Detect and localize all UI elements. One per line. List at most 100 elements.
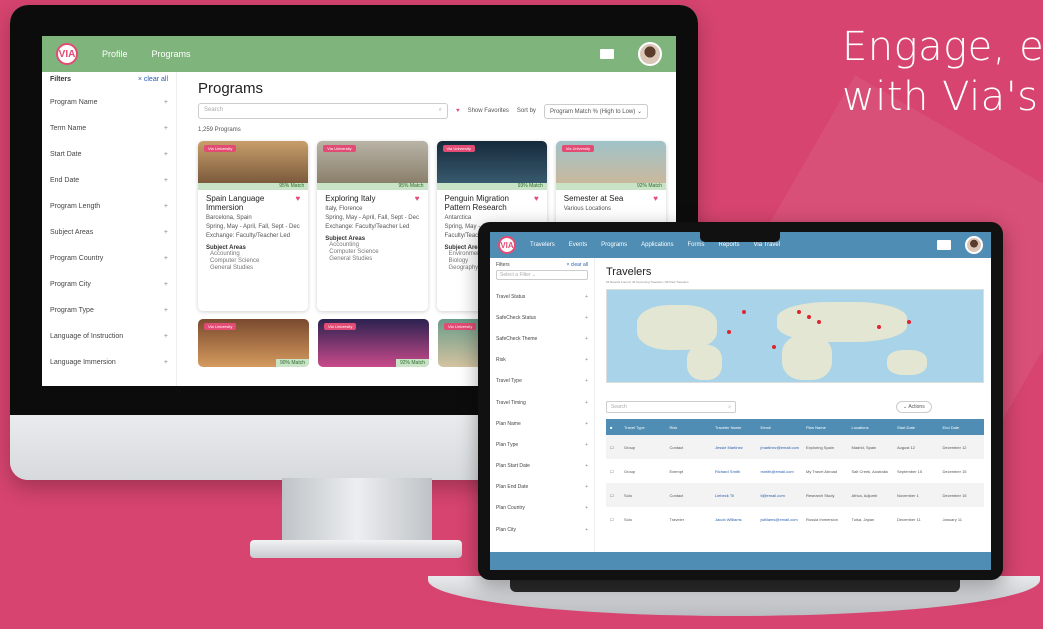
- table-cell[interactable]: Jacob Williams: [711, 517, 757, 522]
- nav-item[interactable]: Travelers: [530, 242, 555, 248]
- show-favorites-toggle[interactable]: Show Favorites: [468, 108, 509, 114]
- map-pin[interactable]: [877, 325, 881, 329]
- via-logo[interactable]: VIA: [56, 43, 78, 65]
- heart-icon[interactable]: ♥: [653, 194, 658, 203]
- filter-row[interactable]: SafeCheck Status +: [496, 307, 588, 328]
- filter-row[interactable]: Program Type +: [50, 297, 168, 323]
- map-pin[interactable]: [817, 320, 821, 324]
- plus-icon: +: [585, 378, 588, 385]
- program-name[interactable]: Spain Language Immersion: [206, 194, 296, 212]
- plus-icon: +: [585, 314, 588, 321]
- table-row[interactable]: ☐ Solo Traveler Jacob Williams jwilliams@ema…: [606, 507, 984, 531]
- nav-item[interactable]: Reports: [719, 242, 740, 248]
- nav-item[interactable]: Via Travel: [754, 242, 781, 248]
- filter-row[interactable]: Language Immersion +: [50, 349, 168, 375]
- table-cell[interactable]: rsmith@email.com: [757, 469, 803, 474]
- program-name[interactable]: Exploring Italy: [325, 194, 375, 203]
- map-pin[interactable]: [807, 315, 811, 319]
- mail-icon[interactable]: [600, 49, 614, 59]
- filter-row[interactable]: Program Country +: [50, 245, 168, 271]
- nav-profile[interactable]: Profile: [102, 49, 128, 59]
- map-pin[interactable]: [907, 320, 911, 324]
- filter-row[interactable]: Term Name +: [50, 115, 168, 141]
- table-cell: December 12: [942, 444, 967, 450]
- table-cell[interactable]: Liebeck Til: [711, 493, 757, 498]
- table-cell[interactable]: jmartinez@email.com: [757, 445, 803, 450]
- filter-row[interactable]: SafeCheck Theme +: [496, 328, 588, 349]
- clear-all-link[interactable]: × clear all: [566, 262, 588, 268]
- table-row[interactable]: ☐ Group Exempt Richard Smith rsmith@email.co…: [606, 459, 984, 483]
- filter-row[interactable]: Program City +: [50, 271, 168, 297]
- heart-icon[interactable]: ♥: [415, 194, 420, 203]
- column-header[interactable]: End Date: [939, 425, 985, 430]
- table-cell[interactable]: tl@email.com: [757, 493, 803, 498]
- program-card[interactable]: Via University 95% Match Spain Language Im…: [198, 141, 309, 311]
- filter-row[interactable]: Program Length +: [50, 193, 168, 219]
- column-header[interactable]: Plan Name: [802, 425, 848, 430]
- row-checkbox[interactable]: ☐: [606, 493, 620, 498]
- avatar[interactable]: [638, 42, 662, 66]
- map-pin[interactable]: [742, 310, 746, 314]
- nav-programs[interactable]: Programs: [152, 49, 191, 59]
- filter-row[interactable]: Plan Country +: [496, 498, 588, 519]
- table-cell[interactable]: Richard Smith: [711, 469, 757, 474]
- table-cell[interactable]: Jessie Martinez: [711, 445, 757, 450]
- table-cell: Exploring Spain: [806, 444, 835, 450]
- table-row[interactable]: ☐ Solo Contact Liebeck Til tl@email.com Resea…: [606, 483, 984, 507]
- program-name[interactable]: Penguin Migration Pattern Research: [445, 194, 535, 212]
- filter-row[interactable]: Risk +: [496, 350, 588, 371]
- filter-row[interactable]: Start Date +: [50, 141, 168, 167]
- column-header[interactable]: Risk: [666, 425, 712, 430]
- map-pin[interactable]: [797, 310, 801, 314]
- column-header[interactable]: Start Date: [893, 425, 939, 430]
- table-cell[interactable]: jwilliams@email.com: [757, 517, 803, 522]
- filter-row[interactable]: Plan Type +: [496, 434, 588, 455]
- column-header[interactable]: Traveler Name: [711, 425, 757, 430]
- filter-row[interactable]: Plan End Date +: [496, 477, 588, 498]
- filter-row[interactable]: Language of Instruction +: [50, 323, 168, 349]
- column-header[interactable]: Locations: [848, 425, 894, 430]
- map-pin[interactable]: [772, 345, 776, 349]
- map-pin[interactable]: [727, 330, 731, 334]
- search-input[interactable]: Search ⌕: [606, 401, 736, 413]
- nav-item[interactable]: Events: [569, 242, 587, 248]
- heart-icon[interactable]: ♥: [534, 194, 539, 212]
- row-checkbox[interactable]: ☐: [606, 469, 620, 474]
- filter-row[interactable]: Travel Status +: [496, 286, 588, 307]
- select-all-checkbox[interactable]: ■: [606, 425, 620, 430]
- program-card[interactable]: Via University 92% Match: [318, 319, 429, 367]
- traveler-map[interactable]: [606, 289, 984, 383]
- clear-all-link[interactable]: × clear all: [138, 76, 168, 83]
- filter-row[interactable]: Plan Start Date +: [496, 456, 588, 477]
- program-meta: Spring, May - April, Fall, Sept - Dec: [325, 215, 419, 221]
- nav-item[interactable]: Programs: [601, 242, 627, 248]
- row-checkbox[interactable]: ☐: [606, 445, 620, 450]
- subject-item: General Studies: [329, 256, 373, 262]
- nav-item[interactable]: Applications: [641, 242, 673, 248]
- avatar[interactable]: [965, 236, 983, 254]
- results-summary: 93 Results Found | 46 Upcoming Travelers…: [606, 280, 689, 284]
- program-name[interactable]: Semester at Sea: [564, 194, 624, 203]
- column-header[interactable]: Email: [757, 425, 803, 430]
- filter-row[interactable]: End Date +: [50, 167, 168, 193]
- filter-row[interactable]: Program Name +: [50, 89, 168, 115]
- filter-row[interactable]: Travel Timing +: [496, 392, 588, 413]
- filter-row[interactable]: Subject Areas +: [50, 219, 168, 245]
- nav-item[interactable]: Forms: [688, 242, 705, 248]
- program-card[interactable]: Via University 95% Match Exploring Italy ♥ I…: [317, 141, 428, 311]
- heart-icon[interactable]: ♥: [296, 194, 301, 212]
- filter-select[interactable]: Select a Filter ⌄: [496, 270, 588, 280]
- filter-row[interactable]: Plan City +: [496, 519, 588, 540]
- actions-button[interactable]: ⌄ Actions: [896, 401, 932, 413]
- filter-row[interactable]: Plan Name +: [496, 413, 588, 434]
- search-input[interactable]: Search ⌕: [198, 103, 448, 119]
- table-row[interactable]: ☐ Group Contact Jessie Martinez jmartinez@em…: [606, 435, 984, 459]
- column-header[interactable]: Travel Type: [620, 425, 666, 430]
- mail-icon[interactable]: [937, 240, 951, 250]
- laptop-device: VIA Travelers Events Programs Applications F…: [478, 222, 1003, 580]
- filter-row[interactable]: Travel Type +: [496, 371, 588, 392]
- row-checkbox[interactable]: ☐: [606, 517, 620, 522]
- sort-select[interactable]: Program Match % (High to Low) ⌄: [543, 103, 649, 119]
- via-logo[interactable]: VIA: [498, 236, 516, 254]
- program-card[interactable]: Via University 90% Match: [198, 319, 309, 367]
